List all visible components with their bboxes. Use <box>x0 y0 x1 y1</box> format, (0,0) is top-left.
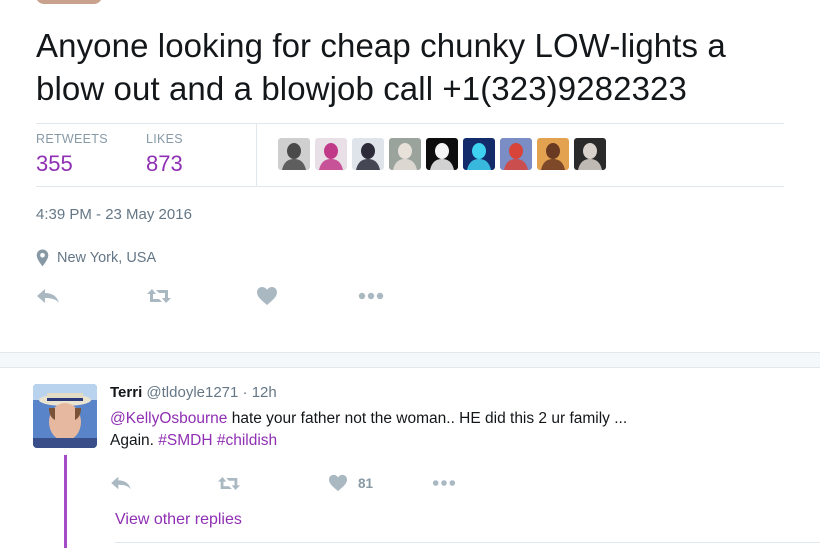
reply-tweet[interactable]: Terri @tldoyle1271 · 12h @KellyOsbourne … <box>0 367 820 548</box>
reply-like-count: 81 <box>358 475 374 491</box>
reply-icon <box>111 476 131 490</box>
retweets-count: 355 <box>36 151 73 176</box>
reply-like-button[interactable]: 81 <box>328 471 373 495</box>
tweet-stats: RETWEETS 355 LIKES 873 <box>36 124 784 186</box>
more-dots-icon <box>358 292 384 300</box>
view-other-replies-link[interactable]: View other replies <box>115 511 242 529</box>
retweet-icon <box>147 289 171 303</box>
retweets-label: RETWEETS <box>36 132 108 146</box>
reply-handle[interactable]: @tldoyle1271 <box>146 384 238 401</box>
liker-avatar-2[interactable] <box>315 138 347 170</box>
mention-link[interactable]: @KellyOsbourne <box>110 410 227 427</box>
likes-count: 873 <box>146 151 183 176</box>
reply-reply-button[interactable] <box>110 471 132 495</box>
retweets-stat[interactable]: RETWEETS 355 <box>36 132 108 177</box>
reply-icon <box>37 289 59 303</box>
liker-avatar-7[interactable] <box>500 138 532 170</box>
location-pin-icon <box>36 249 49 267</box>
liker-avatar-3[interactable] <box>352 138 384 170</box>
more-options-button[interactable] <box>358 284 384 308</box>
stats-divider <box>256 124 257 186</box>
tweet-text-line-2: blow out and a blowjob call +1(323)92823… <box>36 70 687 107</box>
tweet-timestamp[interactable]: 4:39 PM - 23 May 2016 <box>36 206 192 223</box>
reply-text: @KellyOsbourne hate your father not the … <box>110 408 750 452</box>
liker-avatars <box>278 138 606 170</box>
divider <box>115 542 820 543</box>
reply-more-options-button[interactable] <box>432 471 456 495</box>
reply-display-name[interactable]: Terri <box>110 384 142 401</box>
reply-actions: 81 <box>110 471 510 493</box>
location-text: New York, USA <box>57 250 157 266</box>
tweet-text-line-1: Anyone looking for cheap chunky LOW-ligh… <box>36 27 726 64</box>
thread-connector-line <box>64 455 67 548</box>
heart-icon <box>329 474 347 492</box>
liker-avatar-8[interactable] <box>537 138 569 170</box>
tweet-text: Anyone looking for cheap chunky LOW-ligh… <box>36 24 796 110</box>
reply-retweet-button[interactable] <box>217 471 241 495</box>
divider <box>36 186 784 187</box>
likes-label: LIKES <box>146 132 183 146</box>
hashtag-smdh[interactable]: #SMDH <box>158 432 212 449</box>
liker-avatar-9[interactable] <box>574 138 606 170</box>
liker-avatar-5[interactable] <box>426 138 458 170</box>
section-separator <box>0 352 820 368</box>
more-dots-icon <box>432 480 456 486</box>
hashtag-childish[interactable]: #childish <box>217 432 277 449</box>
reply-avatar[interactable] <box>33 384 97 448</box>
reply-separator: · <box>242 384 248 401</box>
reply-button[interactable] <box>36 284 60 308</box>
reply-header: Terri @tldoyle1271 · 12h <box>110 384 277 401</box>
retweet-icon <box>217 476 241 490</box>
liker-avatar-1[interactable] <box>278 138 310 170</box>
tweet-location[interactable]: New York, USA <box>36 249 156 267</box>
reply-text-part-2: Again. <box>110 432 159 449</box>
heart-icon <box>257 287 277 305</box>
reply-time[interactable]: 12h <box>252 384 277 401</box>
liker-avatar-6[interactable] <box>463 138 495 170</box>
likes-stat[interactable]: LIKES 873 <box>146 132 183 177</box>
liker-avatar-4[interactable] <box>389 138 421 170</box>
author-avatar[interactable] <box>36 0 102 4</box>
retweet-button[interactable] <box>146 284 172 308</box>
reply-text-part-1: hate your father not the woman.. HE did … <box>227 410 628 427</box>
like-button[interactable] <box>256 284 278 308</box>
